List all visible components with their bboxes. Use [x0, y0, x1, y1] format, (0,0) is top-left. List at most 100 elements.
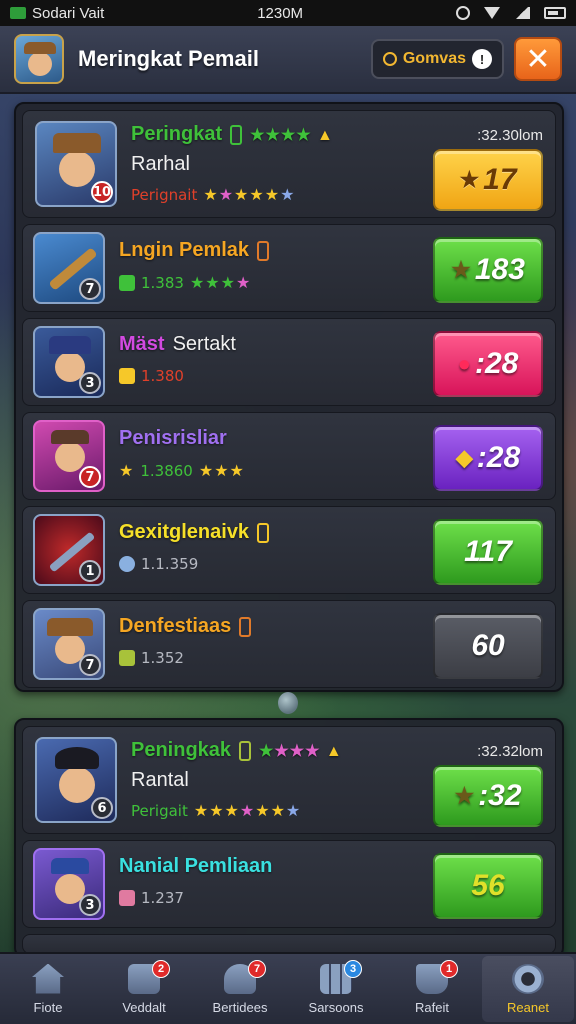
score-value: 60	[471, 629, 505, 662]
rating-stars: ★★★★	[189, 273, 252, 292]
score-button[interactable]: ★ :32	[433, 765, 543, 827]
sub-line: 1.1.359	[119, 555, 198, 573]
leaderboard-row[interactable]: 7 Denfestiaas 1.352 60	[22, 600, 556, 688]
leaderboard-row[interactable]: 1 Gexitglenaivk 1.1.359 117	[22, 506, 556, 594]
avatar-hair	[51, 430, 89, 444]
wifi-icon	[483, 7, 500, 19]
score-button[interactable]: ● :28	[433, 331, 543, 397]
nav-reanet[interactable]: Reanet	[482, 956, 574, 1022]
score-button[interactable]: 60	[433, 613, 543, 679]
score-button[interactable]: ★ 183	[433, 237, 543, 303]
name-line: Lngin Pemlak	[119, 239, 270, 262]
tag-icon	[230, 124, 243, 145]
hero-avatar: 6	[35, 737, 117, 823]
score-value: 117	[464, 535, 512, 568]
level-badge: 3	[79, 372, 101, 394]
nav-label: Fiote	[33, 999, 63, 1015]
nav-seasons[interactable]: 3 Sarsoons	[290, 956, 382, 1022]
hero-avatar: 3	[33, 326, 105, 398]
gems-button[interactable]: Gomvas !	[370, 39, 504, 79]
rating-stars: ★★★★★★	[203, 185, 296, 204]
close-button[interactable]: ✕	[514, 37, 562, 81]
sub-line: Perignait ★★★★★★	[131, 185, 295, 204]
player-name: Penisrisliar	[119, 427, 227, 449]
scroll-indicator	[278, 692, 298, 714]
nav-label: Rafeit	[415, 999, 449, 1015]
level-badge: 1	[79, 560, 101, 582]
notification-badge: 3	[344, 960, 362, 978]
nav-label: Reanet	[507, 999, 549, 1015]
hero-avatar: 7	[33, 420, 105, 492]
player-name: Gexitglenaivk	[119, 521, 250, 543]
rating-stars: ★★★★★★★	[193, 801, 302, 820]
leaderboard-row[interactable]: 3 Nanial Pemliaan 1.237 56	[22, 840, 556, 928]
avatar-hat	[51, 858, 89, 874]
score-value: 17	[483, 163, 517, 196]
coin-icon	[382, 52, 397, 66]
leaderboard-featured-row[interactable]: 6 Peningkak ★★★★ ▲ Rantal Perigait ★★★★★…	[22, 726, 556, 834]
avatar-face	[59, 767, 95, 803]
player-subtitle: Rantal	[131, 769, 189, 791]
nav-home[interactable]: Fiote	[2, 956, 94, 1022]
name-line: Peningkak ★★★★ ▲	[131, 739, 343, 762]
sub-text: 1.3860	[140, 461, 193, 480]
score-button[interactable]: ★ 17	[433, 149, 543, 211]
leaderboard-row[interactable]: 7 Penisrisliar ★ 1.3860 ★★★ ◆ :28	[22, 412, 556, 500]
leaderboard-featured-row[interactable]: 10 Peringkat ★★★★ ▲ Rarhal Perignait ★★★…	[22, 110, 556, 218]
sub-text: 1.383	[141, 273, 184, 292]
header: Meringkat Pemail Gomvas ! ✕	[0, 26, 576, 94]
nav-shop[interactable]: 1 Rafeit	[386, 956, 478, 1022]
player-avatar[interactable]	[14, 34, 64, 84]
sub-line: 1.237	[119, 889, 184, 907]
bottom-nav: Fiote 2 Veddalt 7 Bertidees 3 Sarsoons 1…	[0, 952, 576, 1024]
gems-label: Gomvas	[402, 50, 466, 67]
player-name: Mäst	[119, 333, 165, 355]
signal-icon	[513, 7, 530, 19]
score-button[interactable]: 117	[433, 519, 543, 585]
hero-avatar: 3	[33, 848, 105, 920]
player-name: Nanial Pemliaan	[119, 855, 273, 877]
avatar-face	[55, 442, 85, 472]
clover-icon	[119, 650, 135, 666]
leaderboard-panel: 10 Peringkat ★★★★ ▲ Rarhal Perignait ★★★…	[14, 102, 564, 692]
disc-icon	[512, 963, 544, 994]
score-value: :28	[474, 347, 519, 380]
sub-text: Perignait	[131, 185, 198, 204]
sub-line: 1.380	[119, 367, 184, 385]
status-bar: Sodari Vait 1230M	[0, 0, 576, 26]
status-icons	[455, 6, 566, 20]
sub-line: 1.383 ★★★★	[119, 273, 251, 292]
card-icon	[119, 890, 135, 906]
tag-icon	[239, 740, 252, 761]
sub-text: Perigait	[131, 801, 188, 820]
dot-icon: ●	[457, 351, 471, 376]
home-icon	[32, 963, 64, 994]
nav-mail[interactable]: 2 Veddalt	[98, 956, 190, 1022]
name-line: Nanial Pemliaan	[119, 855, 272, 878]
tag-icon	[239, 616, 252, 637]
avatar-face	[59, 151, 95, 187]
nav-label: Sarsoons	[308, 999, 364, 1015]
score-button[interactable]: 56	[433, 853, 543, 919]
nav-label: Bertidees	[212, 999, 268, 1015]
app-notification-icon	[10, 7, 26, 19]
level-badge: 7	[79, 654, 101, 676]
notification-badge: 7	[248, 960, 266, 978]
page-title: Meringkat Pemail	[78, 46, 259, 71]
rating-stars: ★★★★ ▲	[259, 742, 343, 760]
leaderboard-row[interactable]: 7 Lngin Pemlak 1.383 ★★★★ ★ 183	[22, 224, 556, 312]
sub-line: 1.352	[119, 649, 184, 667]
score-button[interactable]: ◆ :28	[433, 425, 543, 491]
tag-icon	[257, 240, 270, 261]
avatar-face	[28, 52, 52, 76]
avatar-hat	[49, 336, 91, 354]
sub-text: 1.352	[141, 649, 184, 667]
nav-heroes[interactable]: 7 Bertidees	[194, 956, 286, 1022]
player-name: Lngin Pemlak	[119, 239, 250, 261]
sync-icon	[455, 6, 470, 20]
weapon-avatar: 1	[33, 514, 105, 586]
leaderboard-row-partial[interactable]	[22, 934, 556, 954]
timer-label: :32.30lom	[477, 127, 543, 144]
drop-icon	[119, 556, 135, 572]
leaderboard-row[interactable]: 3 Mäst Sertakt 1.380 ● :28	[22, 318, 556, 406]
